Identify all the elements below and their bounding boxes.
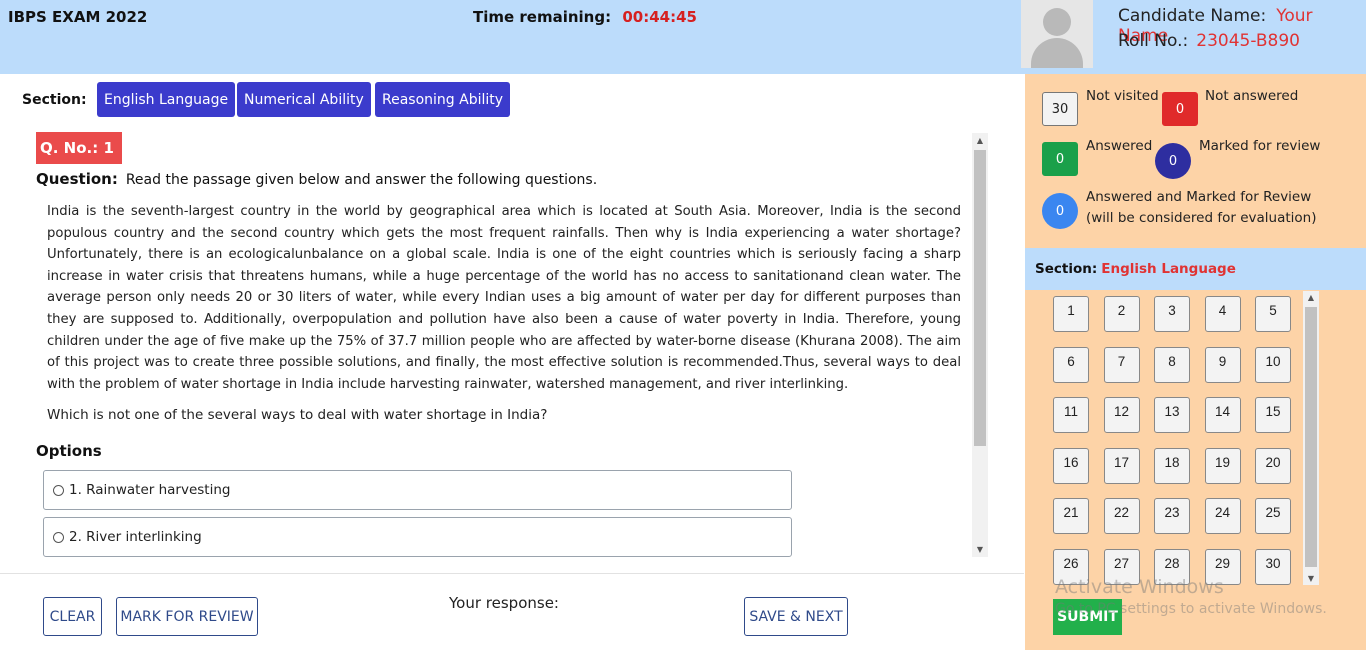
question-scrollbar[interactable]: ▲ ▼ (972, 133, 988, 557)
palette-question-button[interactable]: 5 (1255, 296, 1291, 332)
passage-text: India is the seventh-largest country in … (47, 204, 961, 392)
palette-question-button[interactable]: 13 (1154, 397, 1190, 433)
option-1[interactable]: 1. Rainwater harvesting (43, 470, 792, 510)
palette-question-button[interactable]: 7 (1103, 346, 1140, 383)
scroll-up-icon[interactable]: ▲ (1303, 293, 1319, 302)
answered-marked-badge: 0 (1042, 193, 1078, 229)
palette-question-button[interactable]: 19 (1204, 447, 1241, 484)
marked-badge: 0 (1155, 143, 1191, 179)
palette-question-button[interactable]: 23 (1154, 498, 1190, 534)
timer-value: 00:44:45 (622, 8, 697, 26)
roll-number-value: 23045-B890 (1196, 31, 1300, 51)
scroll-down-icon[interactable]: ▼ (972, 545, 988, 554)
answered-marked-line-2: (will be considered for evaluation) (1086, 210, 1317, 226)
action-bar: CLEAR MARK FOR REVIEW Your response: SAV… (0, 573, 1024, 650)
question-panel: Q. No.: 1 Question: Read the passage give… (0, 130, 990, 560)
scroll-thumb[interactable] (1305, 307, 1317, 567)
question-prompt: Which is not one of the several ways to … (47, 407, 548, 423)
timer: Time remaining: 00:44:45 (473, 8, 697, 26)
candidate-name-label: Candidate Name: (1118, 6, 1267, 26)
roll-number-label: Roll No.: (1118, 31, 1189, 51)
palette-question-button[interactable]: 14 (1204, 397, 1241, 433)
activate-windows-title: Activate Windows (1055, 576, 1224, 598)
section-label: Section: (22, 92, 87, 108)
question-text: Read the passage given below and answer … (125, 172, 598, 188)
not-answered-badge: 0 (1162, 92, 1198, 126)
palette-question-button[interactable]: 25 (1255, 498, 1291, 534)
clear-button[interactable]: CLEAR (43, 597, 102, 636)
palette-question-button[interactable]: 9 (1204, 346, 1241, 383)
timer-label: Time remaining: (473, 8, 612, 26)
option-2[interactable]: 2. River interlinking (43, 517, 792, 557)
question-label: Question: (36, 170, 118, 188)
palette-scrollbar[interactable]: ▲ ▼ (1303, 291, 1319, 585)
question-line: Question: Read the passage given below an… (36, 170, 597, 188)
palette-question-button[interactable]: 11 (1053, 397, 1089, 433)
answered-marked-label: Answered and Marked for Review (will be … (1086, 187, 1316, 229)
roll-number: Roll No.: 23045-B890 (1118, 31, 1300, 51)
palette-question-button[interactable]: 1 (1053, 296, 1089, 332)
save-next-button[interactable]: SAVE & NEXT (744, 597, 848, 636)
palette-question-button[interactable]: 21 (1053, 498, 1089, 534)
not-visited-label: Not visited (1086, 88, 1159, 104)
scroll-down-icon[interactable]: ▼ (1303, 574, 1319, 583)
palette-question-button[interactable]: 8 (1154, 346, 1190, 383)
palette-question-button[interactable]: 18 (1154, 447, 1190, 484)
header-bar: IBPS EXAM 2022 Time remaining: 00:44:45 (0, 0, 1021, 74)
palette-question-button[interactable]: 17 (1103, 447, 1140, 484)
radio-icon[interactable] (53, 531, 64, 543)
answered-label: Answered (1086, 138, 1153, 154)
palette-section-label: Section: (1035, 261, 1098, 277)
exam-title: IBPS EXAM 2022 (8, 8, 148, 26)
not-answered-label: Not answered (1205, 88, 1299, 104)
answered-badge: 0 (1042, 142, 1078, 176)
options-heading: Options (36, 442, 102, 460)
not-visited-badge: 30 (1042, 92, 1078, 126)
palette-question-button[interactable]: 4 (1204, 296, 1241, 332)
palette-section-header: Section: English Language (1025, 248, 1366, 290)
palette-question-button[interactable]: 6 (1053, 346, 1089, 383)
palette-question-button[interactable]: 2 (1103, 296, 1140, 332)
palette-question-button[interactable]: 30 (1255, 548, 1291, 585)
palette-section-value: English Language (1101, 261, 1236, 277)
palette-question-button[interactable]: 16 (1053, 447, 1089, 484)
avatar-icon (1021, 0, 1093, 68)
option-1-label: 1. Rainwater harvesting (69, 482, 231, 498)
question-number: Q. No.: 1 (36, 132, 122, 164)
tab-english-language[interactable]: English Language (97, 82, 236, 117)
palette-question-button[interactable]: 3 (1154, 296, 1190, 332)
tab-numerical-ability[interactable]: Numerical Ability (237, 82, 371, 117)
palette-question-button[interactable]: 24 (1204, 498, 1241, 534)
response-label: Your response: (449, 594, 559, 612)
palette-question-button[interactable]: 20 (1255, 447, 1291, 484)
option-2-label: 2. River interlinking (69, 529, 202, 545)
scroll-thumb[interactable] (974, 150, 986, 446)
marked-label: Marked for review (1199, 138, 1321, 154)
answered-marked-line-1: Answered and Marked for Review (1086, 189, 1312, 205)
palette-question-button[interactable]: 15 (1255, 397, 1291, 433)
mark-for-review-button[interactable]: MARK FOR REVIEW (116, 597, 258, 636)
tab-reasoning-ability[interactable]: Reasoning Ability (375, 82, 511, 117)
candidate-info: Candidate Name: Your Name Roll No.: 23045-… (1021, 0, 1366, 74)
palette-question-button[interactable]: 12 (1103, 397, 1140, 433)
activate-windows-subtitle: Go to PC settings to activate Windows. (1055, 601, 1327, 617)
palette-question-button[interactable]: 10 (1255, 346, 1291, 383)
radio-icon[interactable] (53, 484, 64, 496)
scroll-up-icon[interactable]: ▲ (972, 136, 988, 145)
palette-question-button[interactable]: 22 (1103, 498, 1140, 534)
